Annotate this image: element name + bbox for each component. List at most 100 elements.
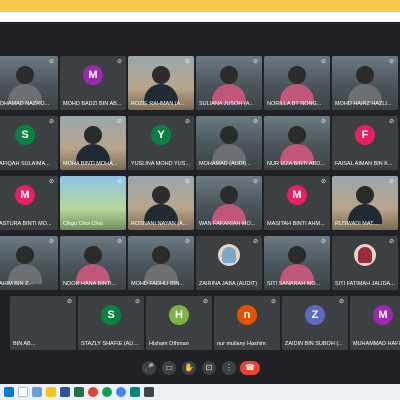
participant-name: MOHD BADZI BIN AB... (63, 101, 122, 107)
participant-avatar: Z (305, 305, 325, 325)
participant-tile[interactable]: F ⊘ FAISAL AIMAN BIN K... (332, 116, 398, 170)
participant-name: RAHIM BIN Z... (0, 281, 33, 287)
participant-name: SITI SANARAH MO... (267, 281, 321, 287)
participant-name: MUHAMMAD HAFIDZ... (353, 341, 400, 347)
mic-muted-icon: ⊘ (252, 239, 259, 245)
participant-name: ZAIDIN BIN SUBOH (... (285, 341, 343, 347)
participant-name: BIN AB... (13, 341, 36, 347)
participant-name: WAN FAKARIAH MO... (199, 221, 256, 227)
mic-muted-icon: ⊘ (66, 299, 73, 305)
participant-tile[interactable]: ⊘ SITI SANARAH MO... (264, 236, 330, 290)
participant-tile[interactable]: M ⊘ NASTURA BINTI MO... (0, 176, 58, 230)
participant-name: Cikgu Choi Chai (63, 221, 103, 227)
participant-tile[interactable]: ⊘ NUR IZZA BINTI ABD... (264, 116, 330, 170)
participant-video-head (16, 66, 34, 84)
participant-photo-avatar (218, 244, 240, 266)
participant-photo-avatar (354, 244, 376, 266)
participant-name: MASITAH BINTI AHM... (267, 221, 325, 227)
participant-tile[interactable]: ⊘ WAN FAKARIAH MO... (196, 176, 262, 230)
mic-muted-icon: ⊘ (388, 239, 395, 245)
participant-avatar: Y (151, 125, 171, 145)
present-screen-button[interactable]: ⊡ (202, 361, 216, 375)
participant-name: Hisham Othman (149, 341, 189, 347)
participant-tile[interactable]: M ⊘ MOHD BADZI BIN AB... (60, 56, 126, 110)
search-icon[interactable] (18, 387, 28, 397)
participant-avatar: M (373, 305, 393, 325)
excel-icon[interactable] (74, 387, 84, 397)
participant-tile[interactable]: ⊘ MOHD HAIRZ HAZLI... (332, 56, 398, 110)
participant-tile[interactable]: ⊘ BIN AB... (10, 296, 76, 350)
participant-tile[interactable]: ⊘ ZAIRINA JABA (AUDIT) (196, 236, 262, 290)
mic-toggle-button[interactable]: 🎤 (142, 361, 156, 375)
mic-muted-icon: ⊘ (252, 119, 259, 125)
participant-tile[interactable]: ⊘ MOHD FADHLI BIN... (128, 236, 194, 290)
participant-tile[interactable]: ⊘ RAHIM BIN Z... (0, 236, 58, 290)
participant-tile[interactable]: ⊘ MOHAMAD NAZRO... (0, 56, 58, 110)
mic-muted-icon: ⊘ (320, 179, 327, 185)
participant-tile[interactable]: M⊘MUHAMMAD HAFIDZ... (350, 296, 400, 350)
mic-muted-icon: ⊘ (338, 299, 345, 305)
participant-tile[interactable]: ⊘ ROSNANI NAYAN (A... (128, 176, 194, 230)
participant-tile[interactable]: ⊘ RUSWADI MAT... (332, 176, 398, 230)
participant-video-head (288, 66, 306, 84)
participant-tile[interactable]: ⊘ NORILLA BT NONG... (264, 56, 330, 110)
participant-video-head (152, 246, 170, 264)
app-icon-2[interactable] (144, 387, 154, 397)
meet-icon[interactable] (130, 387, 140, 397)
app-icon[interactable] (116, 387, 126, 397)
participant-tile[interactable]: H ⊘ Hisham Othman (146, 296, 212, 350)
participant-tile[interactable]: ⊘ SITI FATIMAH JALIDA... (332, 236, 398, 290)
more-options-button[interactable]: ⋮ (222, 361, 236, 375)
participant-tile[interactable]: ⊘ MOHA BINTI MOHA... (60, 116, 126, 170)
participant-name: NORILLA BT NONG... (267, 101, 322, 107)
mic-muted-icon: ⊘ (184, 239, 191, 245)
participant-avatar: H (169, 305, 189, 325)
participant-name: RUSWADI MAT... (335, 221, 378, 227)
participant-tile[interactable]: ⊘ Cikgu Choi Chai (60, 176, 126, 230)
browser-top-bar (0, 0, 400, 22)
participant-video-head (356, 66, 374, 84)
participant-name: MOHA BINTI MOHA... (63, 161, 118, 167)
participant-grid: ⊘ MOHAMAD NAZRO... M ⊘ MOHD BADZI BIN AB... ⊘… (0, 22, 400, 352)
participant-avatar: M (83, 65, 103, 85)
camera-toggle-button[interactable]: ▭ (162, 361, 176, 375)
participant-name: MOHAMAD (AUDI)... (199, 161, 251, 167)
participant-video-head (152, 186, 170, 204)
mic-muted-icon: ⊘ (184, 179, 191, 185)
participant-tile[interactable]: ⊘ MOHAMAD (AUDI)... (196, 116, 262, 170)
participant-tile[interactable]: n ⊘ nur mullany Hashim (214, 296, 280, 350)
participant-video-head (84, 126, 102, 144)
file-explorer-icon[interactable] (46, 387, 56, 397)
mic-muted-icon: ⊘ (388, 119, 395, 125)
participant-tile[interactable]: ⊘ ROZIE RAHMAN (A... (128, 56, 194, 110)
browser-icon[interactable] (102, 387, 112, 397)
participant-tile[interactable]: S ⊘ STAZLY SHAFIE (AUDI... (78, 296, 144, 350)
participant-avatar: M (15, 185, 35, 205)
participant-name: YUSLINA MOHD YUS... (131, 161, 190, 167)
mic-muted-icon: ⊘ (48, 239, 55, 245)
participant-name: MOHD HAIRZ HAZLI... (335, 101, 392, 107)
participant-tile[interactable]: M ⊘ MASITAH BINTI AHM... (264, 176, 330, 230)
participant-tile[interactable]: Z ⊘ ZAIDIN BIN SUBOH (... (282, 296, 348, 350)
participant-name: NUR IZZA BINTI ABD... (267, 161, 325, 167)
participant-name: ROSNANI NAYAN (A... (131, 221, 188, 227)
meeting-controls-bar: 🎤 ▭ ✋ ⊡ ⋮ ☎ (0, 352, 400, 384)
participant-tile[interactable]: ⊘ NOOR HANA BINTI... (60, 236, 126, 290)
end-call-button[interactable]: ☎ (240, 361, 260, 375)
participant-video-head (220, 66, 238, 84)
participant-tile[interactable]: ⊘ SULIANA JUSOH (A... (196, 56, 262, 110)
chrome-icon[interactable] (88, 387, 98, 397)
task-view-icon[interactable] (32, 387, 42, 397)
participant-tile[interactable]: S ⊘ RAFIQAH SULAIMA... (0, 116, 58, 170)
mic-muted-icon: ⊘ (116, 239, 123, 245)
participant-tile[interactable]: Y ⊘ YUSLINA MOHD YUS... (128, 116, 194, 170)
participant-name: FAISAL AIMAN BIN K... (335, 161, 393, 167)
word-icon[interactable] (60, 387, 70, 397)
participant-video-head (84, 246, 102, 264)
raise-hand-button[interactable]: ✋ (182, 361, 196, 375)
mic-muted-icon: ⊘ (116, 179, 123, 185)
mic-muted-icon: ⊘ (116, 119, 123, 125)
start-menu-icon[interactable] (4, 387, 14, 397)
mic-muted-icon: ⊘ (320, 239, 327, 245)
mic-muted-icon: ⊘ (320, 59, 327, 65)
